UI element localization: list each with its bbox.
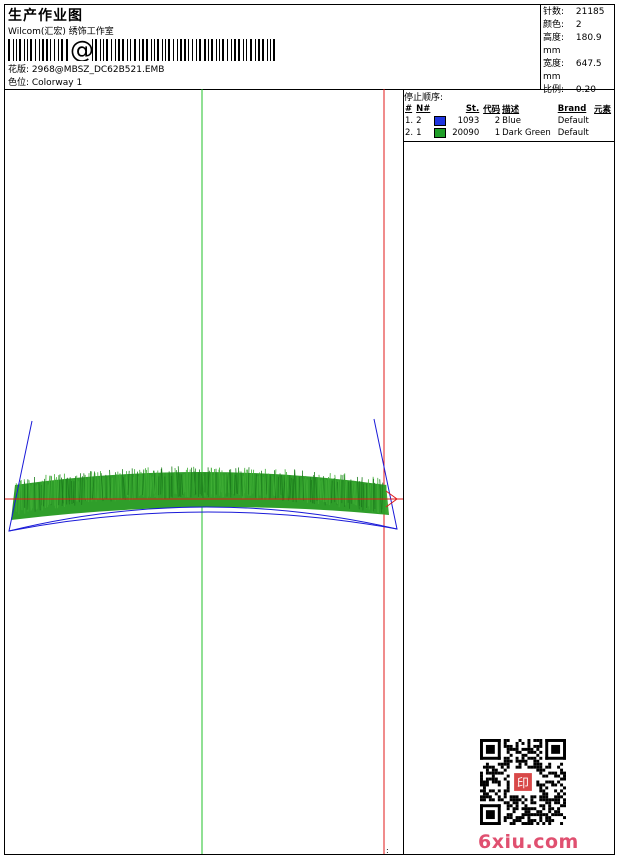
header: 生产作业图 Wilcom(汇宏) 绣饰工作室 @ 花版: 2968@MBSZ_D… [5, 5, 614, 95]
table-header: # N# St. 代码 描述 Brand 元素 [404, 103, 614, 115]
design-filename: 花版: 2968@MBSZ_DC62B521.EMB [8, 65, 165, 75]
stat-row: 宽度: 647.5 mm [543, 59, 602, 82]
design-stats: 针数: 21185 颜色: 2 高度: 180.9 mm 宽度: 647.5 m… [543, 6, 614, 97]
color-swatch [433, 127, 446, 138]
col-n: N# [416, 104, 431, 114]
color-swatch [433, 115, 446, 126]
col-hash: # [405, 104, 413, 114]
company-name: Wilcom(汇宏) 绣饰工作室 [8, 27, 114, 37]
col-swatch [433, 103, 448, 115]
barcode-symbol: @ [70, 39, 94, 61]
watermark: 6xiu.com [478, 831, 579, 853]
col-element: 元素 [594, 105, 612, 115]
stat-row: 高度: 180.9 mm [543, 33, 602, 56]
barcode: @ [8, 39, 275, 61]
col-stitches: St. [465, 104, 480, 114]
col-brand: Brand [557, 104, 587, 114]
svg-text:印: 印 [517, 776, 529, 790]
qr-stamp-logo: 印 [511, 770, 535, 794]
stop-sequence-panel: 停止顺序: # N# St. 代码 描述 Brand 元素 1. 2 1093 … [404, 89, 614, 854]
table-row: 2. 1 20090 1 Dark Green Default [405, 127, 589, 138]
corner-mark: : [386, 846, 389, 854]
col-desc: 描述 [502, 105, 520, 115]
worksheet-frame: 生产作业图 Wilcom(汇宏) 绣饰工作室 @ 花版: 2968@MBSZ_D… [4, 4, 615, 855]
stat-row: 针数: 21185 [543, 7, 605, 17]
stat-row: 颜色: 2 [543, 20, 582, 30]
qr-code: 印 [480, 739, 566, 825]
header-info: 生产作业图 Wilcom(汇宏) 绣饰工作室 @ 花版: 2968@MBSZ_D… [5, 5, 541, 89]
stop-sequence-table: # N# St. 代码 描述 Brand 元素 1. 2 1093 2 Blue… [404, 103, 614, 139]
divider [404, 141, 614, 142]
col-code: 代码 [483, 105, 501, 115]
colorway-label: 色位: Colorway 1 [8, 78, 83, 88]
stop-sequence-heading: 停止顺序: [404, 93, 444, 103]
design-canvas: : [5, 89, 404, 854]
embroidery-preview: : [5, 89, 403, 854]
page-title: 生产作业图 [8, 8, 83, 24]
table-row: 1. 2 1093 2 Blue Default [405, 115, 589, 126]
blue-baseline [8, 511, 398, 532]
